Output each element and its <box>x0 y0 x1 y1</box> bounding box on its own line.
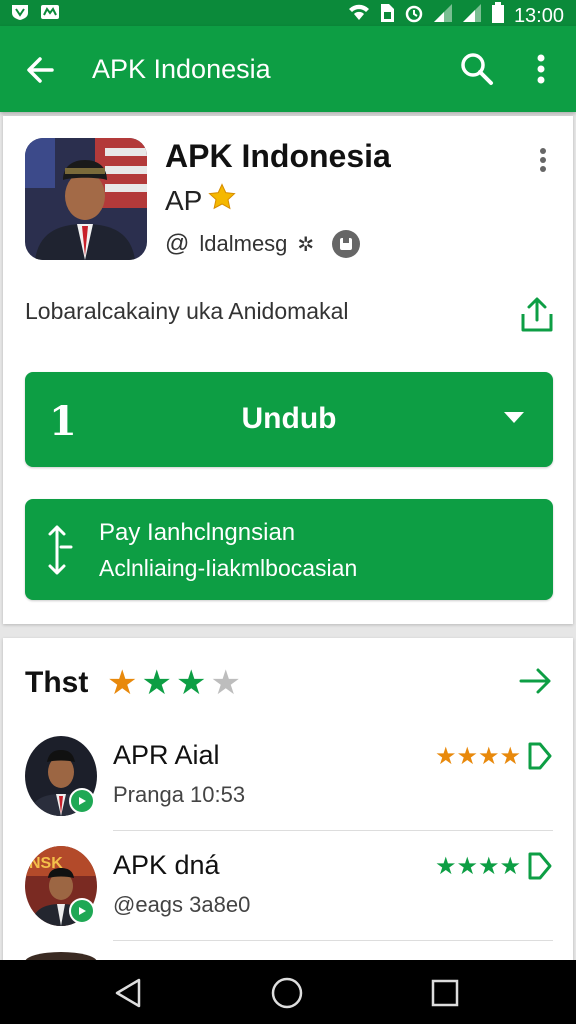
signal-icon <box>433 3 453 28</box>
app-detail-card: APK Indonesia AP @ ldalmesg ✲ Lobaralcak… <box>3 116 573 624</box>
secondary-line-1: Pay Ianhclngnsian <box>99 519 296 546</box>
item-subtitle: Pranga 10:53 <box>113 782 246 807</box>
star-icon: ★ <box>175 664 207 702</box>
item-stars: ★★★★ <box>435 853 522 880</box>
star-icon: ★ <box>141 664 172 702</box>
divider <box>113 940 553 941</box>
wifi-icon <box>348 3 370 28</box>
play-badge-icon <box>69 898 95 924</box>
sim-icon <box>379 3 395 28</box>
open-tag-icon[interactable] <box>527 740 553 772</box>
nav-recents-icon[interactable] <box>428 976 462 1010</box>
app-bar: APK Indonesia <box>0 26 576 112</box>
item-subtitle: @eags 3a8e0 <box>113 892 251 917</box>
shield-notification-icon <box>10 3 30 21</box>
share-icon[interactable] <box>519 296 555 334</box>
alarm-icon <box>404 3 424 28</box>
install-button[interactable]: 1 Undub <box>25 372 553 467</box>
divider <box>113 830 553 831</box>
developer-name: ldalmesg <box>199 231 288 256</box>
battery-icon <box>491 2 505 29</box>
card-more-icon[interactable] <box>533 146 553 174</box>
at-icon: @ <box>165 230 190 257</box>
item-stars: ★★★★ <box>435 743 522 770</box>
star-icon: ★ <box>107 664 138 702</box>
secondary-line-2: Aclnliaing-Iiakmlbocasian <box>99 555 358 581</box>
item-name: APR Aial <box>113 740 220 770</box>
developer-badge-icon <box>332 230 361 258</box>
status-time: 13:00 <box>513 4 564 27</box>
star-empty-icon: ★ <box>210 664 241 702</box>
arrow-right-icon[interactable] <box>519 666 553 696</box>
reviews-card: Thst ★ ★ ★ ★ APR Aial Pranga 10:53 ★★★★ <box>3 638 573 972</box>
star-icon <box>206 182 238 219</box>
nav-home-icon[interactable] <box>270 976 304 1010</box>
search-icon[interactable] <box>458 50 496 88</box>
play-badge-icon <box>69 788 95 814</box>
app-subtitle: AP <box>165 182 238 219</box>
signal-2-icon <box>462 3 482 28</box>
dropdown-caret-icon[interactable] <box>503 410 525 424</box>
app-icon <box>25 138 147 260</box>
sparkle-icon: ✲ <box>297 233 315 256</box>
open-tag-icon[interactable] <box>527 850 553 882</box>
vertical-resize-icon <box>47 523 75 577</box>
back-arrow-icon[interactable] <box>22 52 58 88</box>
developer-row[interactable]: @ ldalmesg ✲ <box>165 230 361 258</box>
navigation-bar <box>0 960 576 1024</box>
app-subtitle-text: AP <box>165 184 203 216</box>
app-description: Lobaralcakainy uka Anidomakal <box>25 298 349 324</box>
item-name: APK dná <box>113 850 220 880</box>
secondary-action-button[interactable]: Pay Ianhclngnsian Aclnliaing-Iiakmlbocas… <box>25 499 553 600</box>
reviews-title: Thst <box>25 666 89 699</box>
status-bar: 13:00 <box>0 0 576 29</box>
more-vert-icon[interactable] <box>526 50 556 88</box>
install-button-label: Undub <box>241 402 337 435</box>
mail-notification-icon <box>40 3 60 21</box>
app-bar-title: APK Indonesia <box>92 54 271 84</box>
reviews-rating-stars: ★ ★ ★ ★ <box>107 666 241 700</box>
nav-back-icon[interactable] <box>112 976 146 1010</box>
app-title: APK Indonesia <box>165 138 391 174</box>
